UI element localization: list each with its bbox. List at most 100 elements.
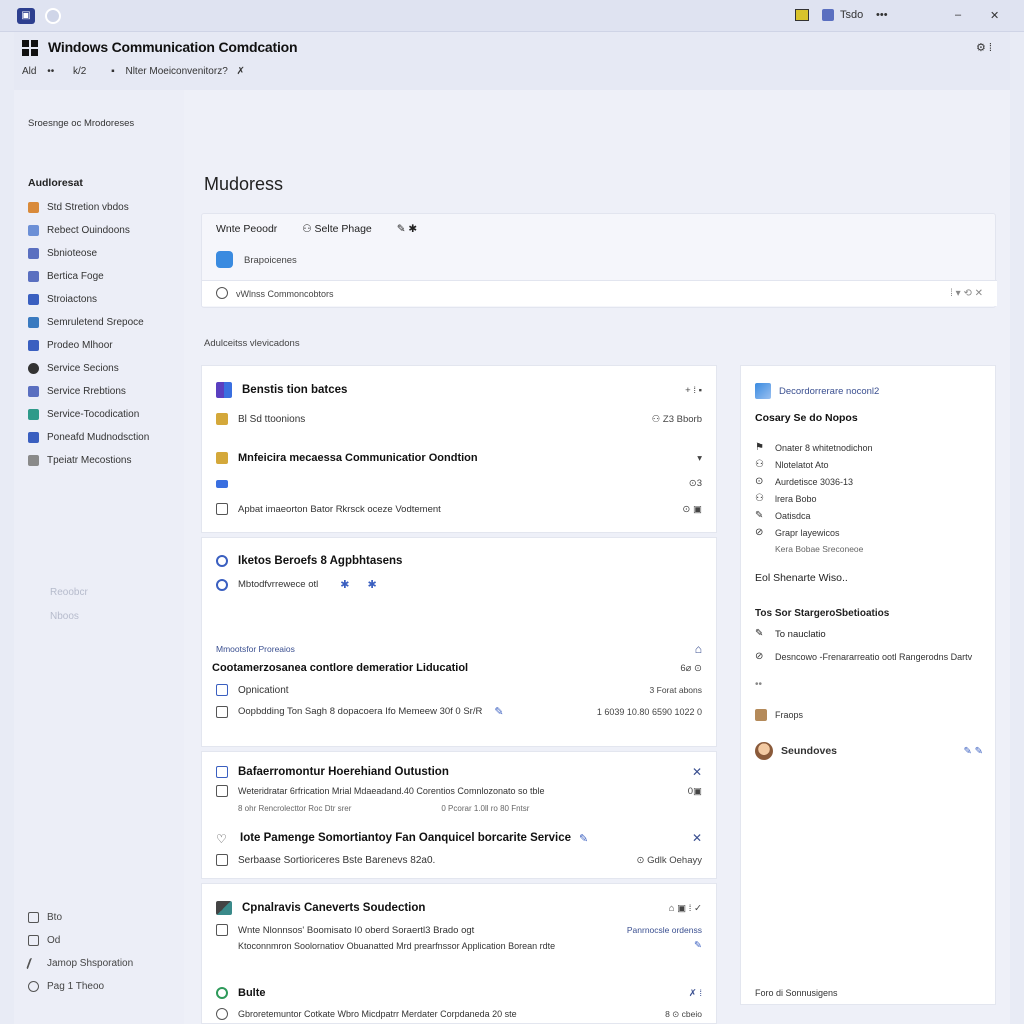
shield-icon[interactable]	[822, 9, 834, 21]
image-icon	[216, 901, 232, 915]
panel-title: Cosary Se do Nopos	[755, 412, 858, 424]
sidebar-item[interactable]: Service Secions	[28, 357, 149, 380]
doc-icon	[216, 785, 228, 797]
list-item[interactable]: Bl Sd ttoonions ⚇ Z3 Bborb	[216, 413, 702, 425]
globe-icon	[216, 578, 228, 591]
sidebar-item[interactable]: Prodeo Mlhoor	[28, 334, 149, 357]
link-icon[interactable]: ✎	[694, 940, 702, 951]
toolbar-row: Wnte Peoodr ⚇ Selte Phage ✎ ✱	[216, 223, 439, 235]
sidebar-item-label: Poneafd Mudnodsction	[47, 432, 150, 443]
list-item[interactable]: Wnte Nlonnsos' Boomisato I0 oberd Soraer…	[216, 924, 702, 936]
sidebar-item-label: Service Rrebtions	[47, 386, 126, 397]
sidebar-bottom-item[interactable]: Pag 1 Theoo	[28, 975, 133, 998]
close-icon[interactable]: ✕	[990, 9, 999, 22]
panel-list-item[interactable]: ⚑ Onater 8 whitetnodichon	[755, 442, 873, 454]
star-icon[interactable]: ✱	[367, 578, 376, 591]
sidebar-bottom-item[interactable]: Od	[28, 929, 133, 952]
search-bar[interactable]: vWlnss Commoncobtors ⁞ ▾ ⟲ ✕	[202, 280, 997, 306]
panel-section-title: Eol Shenarte Wiso..	[755, 572, 848, 584]
more-icon[interactable]: •••	[876, 9, 888, 21]
panel-list-item[interactable]: ⚇ lrera Bobo	[755, 493, 817, 505]
panel-list-item[interactable]: ⊘ Grapr layewicos	[755, 527, 840, 539]
panel-list-item[interactable]: ⊙ Aurdetisce 3036-13	[755, 476, 853, 488]
sub-item[interactable]: k/2	[73, 66, 86, 77]
star-icon[interactable]: ✱	[340, 578, 349, 591]
sidebar-item-icon	[28, 409, 39, 420]
panel-header: Decordorrerare noconl2	[755, 383, 879, 399]
panel-user[interactable]: Seundoves ✎ ✎	[755, 742, 983, 760]
app-icon[interactable]	[216, 251, 233, 268]
card-actions[interactable]: + ⁞ ▪	[685, 385, 702, 396]
edit-icon[interactable]: ✎ ✱	[397, 223, 418, 235]
list-item[interactable]: Apbat imaeorton Bator Rkrsck oceze Vodte…	[216, 503, 702, 515]
sidebar-bottom-item[interactable]: Jamop Shsporation	[25, 952, 133, 975]
list-item[interactable]: Mnfeicira mecaessa Communicatior Oondtio…	[216, 452, 702, 464]
title-actions[interactable]: ⚙ ⁞	[976, 41, 992, 54]
card-subheader: Bulte ✗ ⁞	[216, 987, 702, 999]
home-icon[interactable]: ⌂	[695, 642, 702, 656]
circle-icon[interactable]	[45, 8, 61, 24]
panel-item[interactable]: ⊘ Desncowo -Frenararreatio ootl Rangerod…	[755, 651, 972, 663]
panel-list-item[interactable]: ✎ Oatisdca	[755, 510, 811, 522]
write-button[interactable]: Wnte Peoodr	[216, 223, 277, 235]
card-header: Benstis tion batces + ⁞ ▪	[216, 382, 702, 398]
card-actions[interactable]: ⌂ ▣ ⁞ ✓	[669, 903, 702, 914]
sidebar-header: Sroesnge oc Mrodoreses	[28, 118, 135, 129]
search-actions[interactable]: ⁞ ▾ ⟲ ✕	[950, 288, 983, 299]
list-icon: ⊙	[755, 476, 764, 487]
main-content: Mudoress Wnte Peoodr ⚇ Selte Phage ✎ ✱ B…	[184, 90, 1010, 1024]
card-header: Bafaerromontur Hoerehiand Outustion ✕	[216, 765, 702, 779]
folder-icon[interactable]	[795, 9, 809, 21]
chevron-down-icon[interactable]: ▾	[697, 453, 702, 464]
panel-item[interactable]: Fraops	[755, 709, 803, 721]
sub-item[interactable]: Ald	[22, 66, 36, 77]
close-icon[interactable]: ✕	[692, 831, 702, 845]
sidebar-item[interactable]: Semruletend Srepoce	[28, 311, 149, 334]
sidebar-item[interactable]: Sbnioteose	[28, 242, 149, 265]
panel-list-item[interactable]: Kera Bobae Sreconeoe	[775, 544, 863, 554]
app-switcher-icon[interactable]: ▣	[17, 8, 35, 24]
close-icon[interactable]: ✕	[692, 765, 702, 779]
edit-icon[interactable]: ✎ ✎	[963, 746, 983, 757]
list-item[interactable]: Opnicationt 3 Forat abons	[216, 684, 702, 696]
panel-item[interactable]: ✎ To nauclatio	[755, 628, 826, 640]
sub-marker-icon: ▪	[111, 66, 115, 77]
sidebar-item[interactable]: Poneafd Mudnodsction	[28, 426, 149, 449]
sidebar-bottom-item[interactable]: Bto	[28, 906, 133, 929]
sidebar-item[interactable]: Service-Tocodication	[28, 403, 149, 426]
list-icon: ⊘	[755, 527, 764, 538]
list-heading: Cootamerzosanea contlore demeratior Lidu…	[212, 662, 702, 674]
link-icon[interactable]: ✎	[579, 832, 588, 845]
search-input[interactable]: vWlnss Commoncobtors	[236, 289, 334, 299]
card-applications: Iketos Beroefs 8 Agpbhtasens Mbtodfvrrew…	[201, 537, 717, 747]
sidebar-item[interactable]: Service Rrebtions	[28, 380, 149, 403]
folder-icon	[216, 413, 228, 425]
list-item[interactable]: Mbtodfvrrewece otl ✱ ✱	[216, 578, 702, 591]
sidebar-item[interactable]: Bertica Foge	[28, 265, 149, 288]
panel-list-item[interactable]: ⚇ Nlotelatot Ato	[755, 459, 829, 471]
sub-filter[interactable]: Nlter Moeiconvenitorz?	[125, 66, 227, 77]
browser-top-bar: ▣ Tsdo ••• – ✕	[0, 0, 1024, 32]
list-item[interactable]: Weteridratar 6rfrication Mrial Mdaeadand…	[216, 785, 702, 797]
sidebar-item[interactable]: Std Stretion vbdos	[28, 196, 149, 219]
list-item[interactable]: Gbroretemuntor Cotkate Wbro Micdpatrr Me…	[216, 1008, 702, 1020]
list-item[interactable]: Oopbdding Ton Sagh 8 dopacoera Ifo Memee…	[216, 705, 702, 718]
sidebar-item[interactable]: Rebect Ouindoons	[28, 219, 149, 242]
card-title: Benstis tion batces	[242, 384, 348, 396]
image-icon	[216, 766, 228, 778]
sidebar-item[interactable]: Stroiactons	[28, 288, 149, 311]
link-icon[interactable]: ✎	[494, 705, 503, 718]
clear-icon[interactable]: ✗	[237, 66, 245, 77]
sub-dots[interactable]: ••	[47, 66, 54, 77]
sidebar-item-label: Service-Tocodication	[47, 409, 140, 420]
toolbar-subtitle: Brapoicenes	[244, 255, 297, 266]
sidebar-item-icon	[28, 386, 39, 397]
sidebar-item-label: Std Stretion vbdos	[47, 202, 129, 213]
list-item: 8 ohr Rencrolecttor Roc Dtr srer 0 Pcora…	[238, 804, 530, 813]
doc-icon	[216, 854, 228, 866]
list-item[interactable]: Serbaase Sortioriceres Bste Barenevs 82a…	[216, 854, 702, 866]
list-icon: ✎	[755, 510, 764, 521]
page-button[interactable]: ⚇ Selte Phage	[302, 223, 372, 235]
minimize-icon[interactable]: –	[955, 9, 961, 21]
sidebar-item[interactable]: Tpeiatr Mecostions	[28, 449, 149, 472]
